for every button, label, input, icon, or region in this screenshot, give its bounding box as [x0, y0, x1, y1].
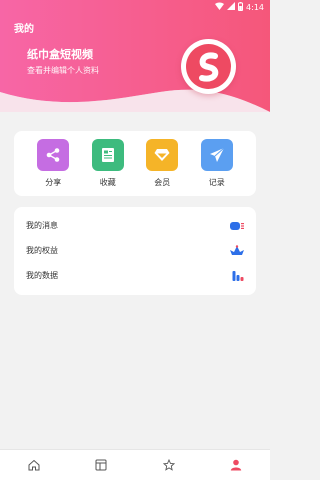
- share-label: 分享: [45, 178, 62, 187]
- wifi-icon: [215, 2, 225, 12]
- user-icon: [230, 456, 242, 475]
- bottom-tab-bar: [0, 449, 270, 480]
- record-label: 记录: [208, 178, 225, 187]
- share-icon: [37, 139, 70, 171]
- edit-profile-link[interactable]: 查看并编辑个人资料: [27, 65, 99, 76]
- collect-label: 收藏: [99, 178, 116, 187]
- crown-icon: [230, 241, 244, 260]
- share-button[interactable]: 分享: [31, 139, 75, 188]
- quick-actions-card: 分享 收藏 会员 记录: [14, 131, 256, 196]
- record-button[interactable]: 记录: [195, 139, 239, 188]
- tab-profile[interactable]: [203, 450, 271, 480]
- menu-item-label: 我的权益: [26, 246, 58, 255]
- signal-icon: [227, 2, 236, 12]
- member-label: 会员: [154, 178, 171, 187]
- tab-layout[interactable]: [68, 450, 136, 480]
- member-button[interactable]: 会员: [140, 139, 184, 188]
- menu-item-label: 我的数据: [26, 271, 58, 280]
- bar-chart-icon: [232, 266, 244, 285]
- document-icon: [91, 139, 124, 171]
- status-time: 4:14: [246, 2, 264, 12]
- diamond-icon: [146, 139, 179, 171]
- app-logo-icon: [186, 44, 231, 89]
- collect-button[interactable]: 收藏: [86, 139, 130, 188]
- star-icon: [162, 456, 175, 475]
- avatar[interactable]: [181, 39, 236, 94]
- menu-list-card: 我的消息 我的权益 我的数据: [14, 207, 256, 295]
- menu-item-benefits[interactable]: 我的权益: [26, 238, 244, 263]
- status-bar: 4:14: [0, 0, 270, 14]
- layout-icon: [95, 456, 107, 475]
- menu-item-label: 我的消息: [26, 221, 58, 230]
- page-title: 我的: [14, 24, 34, 35]
- message-icon: [230, 216, 244, 235]
- tab-home[interactable]: [0, 450, 68, 480]
- home-icon: [28, 456, 40, 475]
- menu-item-data[interactable]: 我的数据: [26, 263, 244, 288]
- paper-plane-icon: [200, 139, 233, 171]
- tab-favorites[interactable]: [135, 450, 203, 480]
- menu-item-messages[interactable]: 我的消息: [26, 213, 244, 238]
- profile-name[interactable]: 纸巾盒短视频: [27, 46, 93, 62]
- battery-icon: [238, 1, 244, 13]
